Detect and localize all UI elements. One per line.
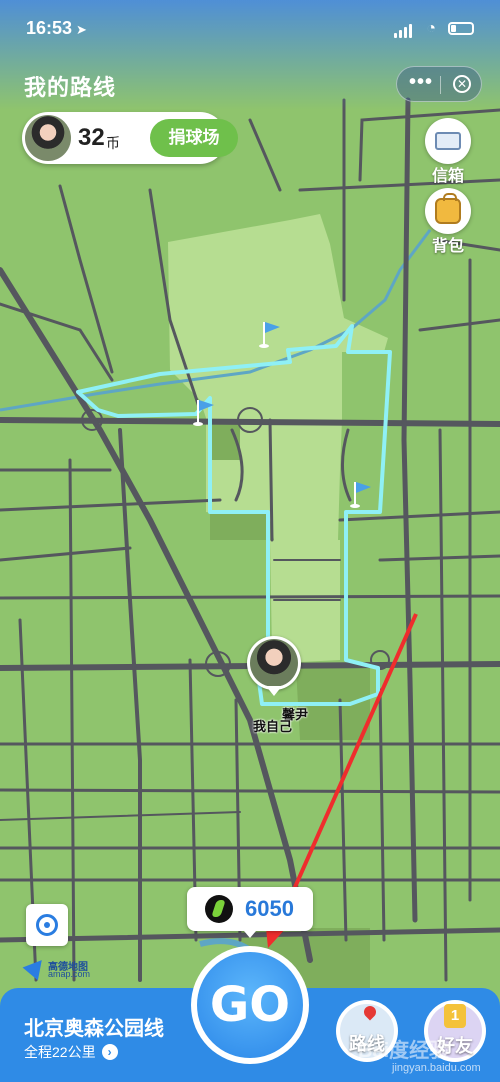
backpack-button[interactable]: 背包	[422, 188, 474, 256]
go-button[interactable]: GO	[191, 946, 309, 1064]
mailbox-button[interactable]: 信箱	[422, 118, 474, 186]
player-avatar-marker[interactable]	[247, 636, 303, 700]
coin-balance-pill: 32 币 捐球场	[22, 112, 238, 164]
step-count: 6050	[245, 896, 294, 921]
route-distance[interactable]: 全程22公里 ›	[24, 1042, 118, 1062]
avatar	[250, 639, 298, 687]
step-count-badge: 6050	[187, 887, 313, 938]
mailbox-label: 信箱	[431, 168, 464, 185]
status-bar: 16:53 ➤ ◔	[26, 18, 474, 44]
runner-icon	[205, 895, 233, 923]
location-arrow-icon: ➤	[76, 22, 87, 37]
watermark-url: jingyan.baidu.com	[392, 1062, 481, 1074]
donate-court-button[interactable]: 捐球场	[150, 119, 238, 157]
backpack-icon	[435, 193, 461, 224]
wifi-icon: ◔	[426, 20, 436, 37]
clock: 16:53 ➤	[26, 18, 87, 38]
close-icon[interactable]: ✕	[453, 75, 471, 93]
user-avatar[interactable]	[25, 115, 71, 161]
battery-icon	[448, 22, 474, 35]
chevron-right-icon: ›	[101, 1044, 118, 1060]
route-name[interactable]: 北京奥森公园线	[24, 1012, 164, 1041]
mini-program-capsule: ••• ✕	[396, 66, 482, 102]
coin-count: 32	[78, 124, 105, 151]
capsule-divider	[440, 76, 441, 94]
backpack-label: 背包	[431, 238, 464, 255]
more-dots-icon[interactable]: •••	[409, 71, 433, 94]
self-name-label: 我自己	[253, 719, 293, 734]
page-title: 我的路线	[24, 75, 117, 100]
coin-unit: 币	[106, 135, 120, 151]
mailbox-icon	[435, 132, 461, 150]
signal-icon	[394, 24, 414, 38]
locate-me-button[interactable]	[26, 904, 68, 946]
medal-icon: 1	[444, 1004, 466, 1028]
watermark: Bai度经验	[358, 1040, 450, 1062]
